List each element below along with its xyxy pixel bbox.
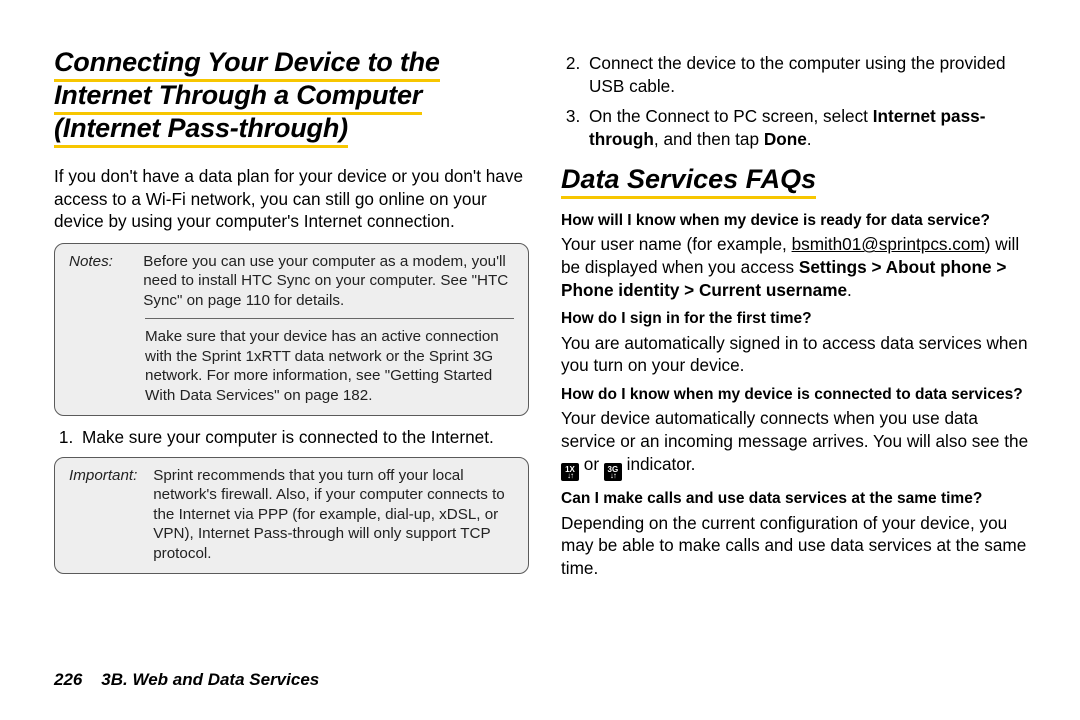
notes-label: Notes:: [69, 252, 139, 271]
section-heading-faqs: Data Services FAQs: [561, 163, 1036, 195]
notes-divider: [145, 318, 514, 319]
heading-line2: Internet Through a Computer: [54, 80, 422, 115]
section-name: 3B. Web and Data Services: [101, 670, 319, 689]
step-1: Make sure your computer is connected to …: [78, 426, 529, 449]
faqs-heading-text: Data Services FAQs: [561, 164, 816, 199]
step-2: Connect the device to the computer using…: [585, 52, 1036, 97]
a3-or: or: [584, 454, 604, 474]
left-column: Connecting Your Device to the Internet T…: [54, 46, 529, 620]
section-heading-passthrough: Connecting Your Device to the Internet T…: [54, 46, 529, 145]
a3-text-a: Your device automatically connects when …: [561, 408, 1028, 451]
faq-a3: Your device automatically connects when …: [561, 407, 1036, 481]
a1-text-a: Your user name (for example,: [561, 234, 792, 254]
important-label: Important:: [69, 466, 149, 485]
faq-a2: You are automatically signed in to acces…: [561, 332, 1036, 377]
important-content: Sprint recommends that you turn off your…: [153, 466, 508, 563]
step3-text-c: , and then tap: [654, 129, 764, 149]
steps-list-left: Make sure your computer is connected to …: [54, 426, 529, 449]
faq-q1: How will I know when my device is ready …: [561, 211, 1036, 231]
a1-text-d: .: [847, 280, 852, 300]
1x-indicator-icon: 1X↓↑: [561, 463, 579, 481]
a3-text-b: indicator.: [627, 454, 696, 474]
faq-q4: Can I make calls and use data services a…: [561, 489, 1036, 509]
3g-indicator-icon: 3G↓↑: [604, 463, 622, 481]
right-column: Connect the device to the computer using…: [561, 46, 1036, 620]
a1-email: bsmith01@sprintpcs.com: [792, 234, 985, 254]
notes-content-1: Before you can use your computer as a mo…: [143, 252, 508, 310]
notes-box: Notes: Before you can use your computer …: [54, 243, 529, 416]
faq-a1: Your user name (for example, bsmith01@sp…: [561, 233, 1036, 301]
heading-line3: (Internet Pass-through): [54, 113, 348, 148]
faq-a4: Depending on the current configuration o…: [561, 512, 1036, 580]
page-number: 226: [54, 670, 82, 689]
notes-content-2: Make sure that your device has an active…: [145, 327, 514, 405]
faq-q3: How do I know when my device is connecte…: [561, 385, 1036, 405]
page-content: Connecting Your Device to the Internet T…: [0, 0, 1080, 640]
steps-list-right: Connect the device to the computer using…: [561, 52, 1036, 151]
step3-text-a: On the Connect to PC screen, select: [589, 106, 873, 126]
page-footer: 226 3B. Web and Data Services: [54, 670, 319, 690]
intro-paragraph: If you don't have a data plan for your d…: [54, 165, 529, 233]
step3-text-e: .: [807, 129, 812, 149]
step3-bold-2: Done: [764, 129, 807, 149]
important-box: Important: Sprint recommends that you tu…: [54, 457, 529, 574]
step-3: On the Connect to PC screen, select Inte…: [585, 105, 1036, 150]
faq-q2: How do I sign in for the first time?: [561, 309, 1036, 329]
heading-line1: Connecting Your Device to the: [54, 47, 440, 82]
